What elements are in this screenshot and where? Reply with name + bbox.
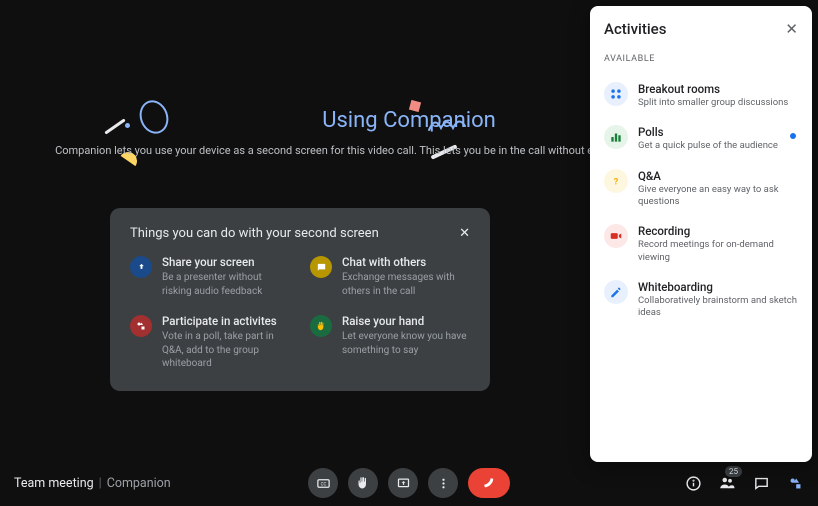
activity-title: Polls [638,125,778,139]
activities-button[interactable] [786,474,804,492]
tip-title: Share your screen [162,255,290,269]
tip-desc: Exchange messages with others in the cal… [342,271,470,298]
activity-whiteboarding[interactable]: Whiteboarding Collaboratively brainstorm… [604,272,798,328]
bottom-bar: Team meeting|Companion CC [0,460,818,506]
activity-desc: Record meetings for on-demand viewing [638,239,798,264]
tip-share-screen: Share your screen Be a presenter without… [130,255,290,298]
tip-raise-hand: Raise your hand Let everyone know you ha… [310,314,470,371]
question-icon: ? [604,169,628,193]
activities-panel: Activities ✕ AVAILABLE Breakout rooms Sp… [590,6,812,462]
present-button[interactable] [388,468,418,498]
more-options-button[interactable] [428,468,458,498]
poll-icon [604,125,628,149]
record-icon [604,224,628,248]
close-icon[interactable]: ✕ [459,227,470,240]
activity-title: Breakout rooms [638,82,788,96]
right-controls: 25 [684,474,804,492]
info-button[interactable] [684,474,702,492]
hand-icon [310,315,332,337]
tip-title: Participate in activites [162,314,290,328]
activity-title: Recording [638,224,798,238]
raise-hand-button[interactable] [348,468,378,498]
hang-up-button[interactable] [468,468,510,498]
whiteboard-icon [604,280,628,304]
activity-qa[interactable]: ? Q&A Give everyone an easy way to ask q… [604,161,798,217]
captions-button[interactable]: CC [308,468,338,498]
activity-desc: Get a quick pulse of the audience [638,140,778,152]
tip-chat: Chat with others Exchange messages with … [310,255,470,298]
tip-desc: Be a presenter without risking audio fee… [162,271,290,298]
tip-title: Raise your hand [342,314,470,328]
svg-text:?: ? [614,176,619,187]
meeting-name: Team meeting|Companion [14,476,171,491]
panel-section-label: AVAILABLE [604,54,798,64]
meet-companion-screen: Using Companion Companion lets you use y… [0,0,818,506]
tips-heading: Things you can do with your second scree… [130,226,379,241]
activity-desc: Collaboratively brainstorm and sketch id… [638,295,798,320]
activity-recording[interactable]: Recording Record meetings for on-demand … [604,216,798,272]
participant-count-badge: 25 [725,466,742,477]
panel-title: Activities [604,20,666,38]
tip-activities: Participate in activites Vote in a poll,… [130,314,290,371]
activity-breakout-rooms[interactable]: Breakout rooms Split into smaller group … [604,74,798,117]
tip-desc: Vote in a poll, take part in Q&A, add to… [162,330,290,371]
breakout-icon [604,82,628,106]
close-icon[interactable]: ✕ [785,20,798,38]
svg-text:CC: CC [320,482,326,487]
shapes-icon [130,315,152,337]
activity-polls[interactable]: Polls Get a quick pulse of the audience [604,117,798,160]
tip-desc: Let everyone know you have something to … [342,330,470,357]
center-controls: CC [308,468,510,498]
chat-button[interactable] [752,474,770,492]
people-button[interactable]: 25 [718,474,736,492]
activity-title: Q&A [638,169,798,183]
tip-title: Chat with others [342,255,470,269]
activity-desc: Give everyone an easy way to ask questio… [638,184,798,209]
tips-card: Things you can do with your second scree… [110,208,490,391]
new-indicator-dot [790,133,796,139]
present-icon [130,256,152,278]
activity-desc: Split into smaller group discussions [638,97,788,109]
activity-title: Whiteboarding [638,280,798,294]
chat-icon [310,256,332,278]
